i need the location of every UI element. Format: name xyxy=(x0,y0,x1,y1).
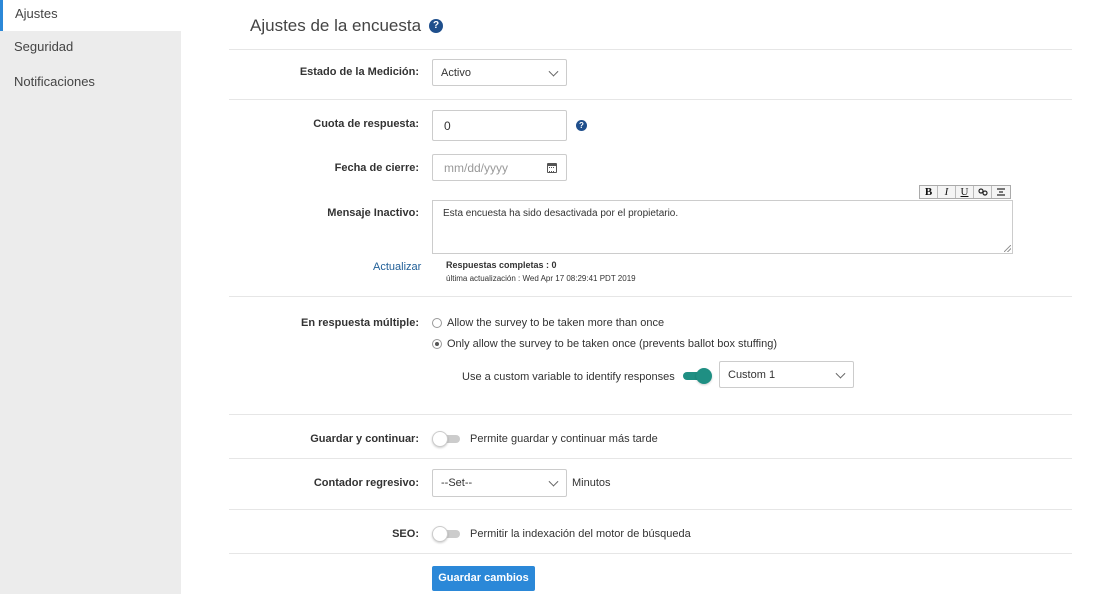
resize-handle[interactable] xyxy=(1004,245,1011,252)
sidebar: Ajustes Seguridad Notificaciones xyxy=(0,0,181,594)
guardar-toggle[interactable] xyxy=(432,431,460,447)
sidebar-item-notificaciones[interactable]: Notificaciones xyxy=(0,68,181,99)
mensaje-value: Esta encuesta ha sido desactivada por el… xyxy=(443,208,679,219)
chevron-down-icon xyxy=(835,368,846,379)
radio-allow-once[interactable]: Only allow the survey to be taken once (… xyxy=(432,338,777,350)
sidebar-item-ajustes[interactable]: Ajustes xyxy=(0,0,181,31)
divider xyxy=(229,414,1072,415)
divider xyxy=(229,458,1072,459)
settings-panel: Ajustes de la encuesta ? Estado de la Me… xyxy=(181,0,1114,594)
custom-var-label: Use a custom variable to identify respon… xyxy=(462,371,675,383)
sidebar-item-label: Seguridad xyxy=(14,39,74,54)
custom-var-value: Custom 1 xyxy=(728,368,776,381)
guardar-label: Guardar y continuar: xyxy=(310,433,419,445)
help-icon[interactable]: ? xyxy=(576,120,587,131)
align-center-button[interactable] xyxy=(992,186,1010,198)
italic-button[interactable]: I xyxy=(938,186,956,198)
cuota-value: 0 xyxy=(444,118,451,133)
chevron-down-icon xyxy=(548,66,559,77)
guardar-text: Permite guardar y continuar más tarde xyxy=(470,433,658,445)
mensaje-label: Mensaje Inactivo: xyxy=(327,207,419,219)
contador-value: --Set-- xyxy=(441,477,473,489)
sidebar-item-label: Ajustes xyxy=(15,6,58,21)
radio-label: Allow the survey to be taken more than o… xyxy=(447,317,665,329)
divider xyxy=(229,509,1072,510)
cuota-input[interactable]: 0 xyxy=(432,110,567,141)
seo-label: SEO: xyxy=(392,528,419,540)
contador-select[interactable]: --Set-- xyxy=(432,469,567,497)
radio-allow-multiple[interactable]: Allow the survey to be taken more than o… xyxy=(432,317,664,329)
help-icon[interactable]: ? xyxy=(429,19,444,33)
format-toolbar: B I U xyxy=(919,185,1011,199)
custom-var-toggle[interactable] xyxy=(683,368,712,384)
radio-button[interactable] xyxy=(432,318,442,328)
divider xyxy=(229,553,1072,554)
save-button[interactable]: Guardar cambios xyxy=(432,566,535,591)
seo-toggle[interactable] xyxy=(432,526,460,542)
custom-var-select[interactable]: Custom 1 xyxy=(719,361,854,388)
link-icon xyxy=(977,188,988,196)
align-center-icon xyxy=(997,188,1005,196)
toggle-knob xyxy=(432,526,448,542)
chevron-down-icon xyxy=(548,476,559,487)
link-button[interactable] xyxy=(974,186,992,198)
fecha-input[interactable]: mm/dd/yyyy xyxy=(432,154,567,181)
actualizar-link[interactable]: Actualizar xyxy=(373,261,421,273)
underline-button[interactable]: U xyxy=(956,186,974,198)
sidebar-item-seguridad[interactable]: Seguridad xyxy=(0,33,181,64)
bold-button[interactable]: B xyxy=(920,186,938,198)
last-update: última actualización : Wed Apr 17 08:29:… xyxy=(446,274,636,283)
toggle-knob xyxy=(696,368,712,384)
mensaje-textarea[interactable]: Esta encuesta ha sido desactivada por el… xyxy=(432,200,1013,254)
divider xyxy=(229,49,1072,50)
sidebar-item-label: Notificaciones xyxy=(14,74,95,89)
cuota-label: Cuota de respuesta: xyxy=(313,118,419,130)
radio-label: Only allow the survey to be taken once (… xyxy=(447,338,777,350)
contador-label: Contador regresivo: xyxy=(313,477,419,489)
fecha-label: Fecha de cierre: xyxy=(334,162,419,174)
fecha-placeholder: mm/dd/yyyy xyxy=(444,160,509,175)
page-title-row: Ajustes de la encuesta ? xyxy=(250,16,444,36)
divider xyxy=(229,99,1072,100)
page-title: Ajustes de la encuesta xyxy=(250,16,422,35)
toggle-knob xyxy=(432,431,448,447)
seo-text: Permitir la indexación del motor de búsq… xyxy=(470,528,691,540)
radio-button[interactable] xyxy=(432,339,442,349)
estado-label: Estado de la Medición: xyxy=(299,66,419,78)
estado-select[interactable]: Activo xyxy=(432,59,567,86)
estado-value: Activo xyxy=(441,66,471,79)
multiple-label: En respuesta múltiple: xyxy=(301,317,419,329)
divider xyxy=(229,296,1072,297)
responses-count: Respuestas completas : 0 xyxy=(446,260,557,270)
contador-unit: Minutos xyxy=(572,477,611,489)
calendar-icon[interactable] xyxy=(547,162,557,173)
